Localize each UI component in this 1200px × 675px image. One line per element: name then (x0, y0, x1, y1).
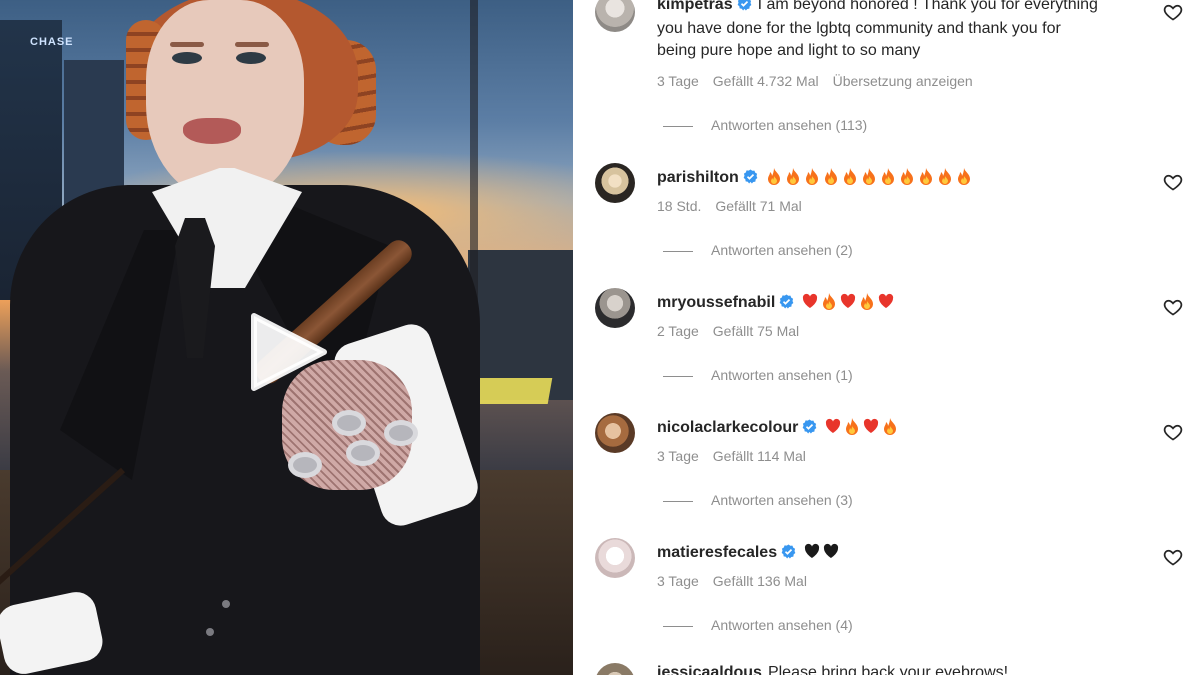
eye (236, 52, 266, 64)
avatar[interactable] (595, 538, 635, 578)
emoji-row (825, 417, 898, 435)
view-replies-button[interactable]: Antworten ansehen (3) (663, 492, 853, 508)
view-replies-button[interactable]: Antworten ansehen (4) (663, 617, 853, 633)
fire-emoji-icon (843, 168, 856, 185)
comment-header: parishilton (657, 167, 972, 187)
red-heart-emoji-icon (841, 293, 856, 308)
emoji-row (766, 167, 972, 185)
comment-time[interactable]: 18 Std. (657, 198, 701, 214)
comment-header: jessicaaldous Please bring back your eyeb… (657, 664, 1008, 675)
view-replies-label: Antworten ansehen (4) (711, 617, 853, 633)
fire-emoji-icon (861, 293, 874, 310)
lips (183, 118, 241, 144)
play-icon (251, 313, 327, 391)
heart-icon[interactable] (1163, 297, 1183, 317)
view-replies-button[interactable]: Antworten ansehen (1) (663, 367, 853, 383)
verified-badge-icon (781, 544, 796, 559)
heart-icon[interactable] (1163, 547, 1183, 567)
view-replies-button[interactable]: Antworten ansehen (2) (663, 242, 853, 258)
red-heart-emoji-icon (864, 418, 879, 433)
comment-text: Please bring back your eyebrows! (767, 664, 1009, 675)
replies-dash (663, 500, 693, 502)
comment-likes[interactable]: Gefällt 136 Mal (713, 573, 807, 589)
replies-dash (663, 625, 693, 627)
fire-emoji-icon (881, 168, 894, 185)
username[interactable]: jessicaaldous (657, 664, 762, 675)
comment-header: matieresfecales (657, 542, 839, 562)
comments-panel[interactable]: kimpetras I am beyond honored ! Thank you… (573, 0, 1200, 675)
comment-time[interactable]: 3 Tage (657, 448, 699, 464)
comment-meta: 3 Tage Gefällt 136 Mal (657, 573, 821, 589)
username[interactable]: mryoussefnabil (657, 294, 775, 311)
comment-time[interactable]: 2 Tage (657, 323, 699, 339)
fire-emoji-icon (900, 168, 913, 185)
username[interactable]: nicolaclarkecolour (657, 419, 798, 436)
comment-likes[interactable]: Gefällt 75 Mal (713, 323, 799, 339)
ring (288, 452, 322, 478)
username[interactable]: parishilton (657, 169, 739, 186)
jacket-button (206, 628, 214, 636)
fire-emoji-icon (938, 168, 951, 185)
fire-emoji-icon (824, 168, 837, 185)
username[interactable]: matieresfecales (657, 544, 777, 561)
ring (384, 420, 418, 446)
red-heart-emoji-icon (803, 293, 818, 308)
comment-meta: 18 Std. Gefällt 71 Mal (657, 198, 816, 214)
comment-header: nicolaclarkecolour (657, 417, 898, 437)
play-button[interactable] (246, 310, 330, 394)
replies-dash (663, 250, 693, 252)
video-player[interactable]: CHASE (0, 0, 573, 675)
avatar[interactable] (595, 413, 635, 453)
comment-header: mryoussefnabil (657, 292, 894, 312)
verified-badge-icon (743, 169, 758, 184)
heart-icon[interactable] (1163, 422, 1183, 442)
fire-emoji-icon (805, 168, 818, 185)
fire-emoji-icon (862, 168, 875, 185)
eyebrow (235, 42, 269, 47)
comment-meta: 3 Tage Gefällt 114 Mal (657, 448, 820, 464)
heart-icon[interactable] (1163, 172, 1183, 192)
fire-emoji-icon (823, 293, 836, 310)
red-heart-emoji-icon (826, 418, 841, 433)
jacket-button (222, 600, 230, 608)
avatar[interactable] (595, 288, 635, 328)
comment-item: jessicaaldous Please bring back your eyeb… (573, 0, 1200, 675)
black-heart-emoji-icon (804, 543, 820, 558)
comment-meta: 2 Tage Gefällt 75 Mal (657, 323, 813, 339)
red-heart-emoji-icon (879, 293, 894, 308)
verified-badge-icon (779, 294, 794, 309)
comment-time[interactable]: 3 Tage (657, 573, 699, 589)
eyebrow (170, 42, 204, 47)
avatar[interactable] (595, 163, 635, 203)
verified-badge-icon (803, 419, 817, 434)
view-replies-label: Antworten ansehen (3) (711, 492, 853, 508)
view-replies-label: Antworten ansehen (1) (711, 367, 853, 383)
view-replies-label: Antworten ansehen (2) (711, 242, 853, 258)
black-heart-emoji-icon (823, 543, 839, 558)
fire-emoji-icon (957, 168, 970, 185)
fire-emoji-icon (884, 418, 897, 435)
ring (346, 440, 380, 466)
replies-dash (663, 375, 693, 377)
ring (332, 410, 366, 436)
eye (172, 52, 202, 64)
fire-emoji-icon (786, 168, 799, 185)
fire-emoji-icon (767, 168, 780, 185)
emoji-row (802, 292, 894, 310)
fire-emoji-icon (846, 418, 859, 435)
emoji-row (804, 542, 839, 560)
replies-dash (663, 125, 693, 127)
comment-likes[interactable]: Gefällt 71 Mal (715, 198, 801, 214)
fire-emoji-icon (919, 168, 932, 185)
building-sign: CHASE (30, 36, 74, 48)
comment-likes[interactable]: Gefällt 114 Mal (713, 448, 806, 464)
avatar[interactable] (595, 663, 635, 675)
